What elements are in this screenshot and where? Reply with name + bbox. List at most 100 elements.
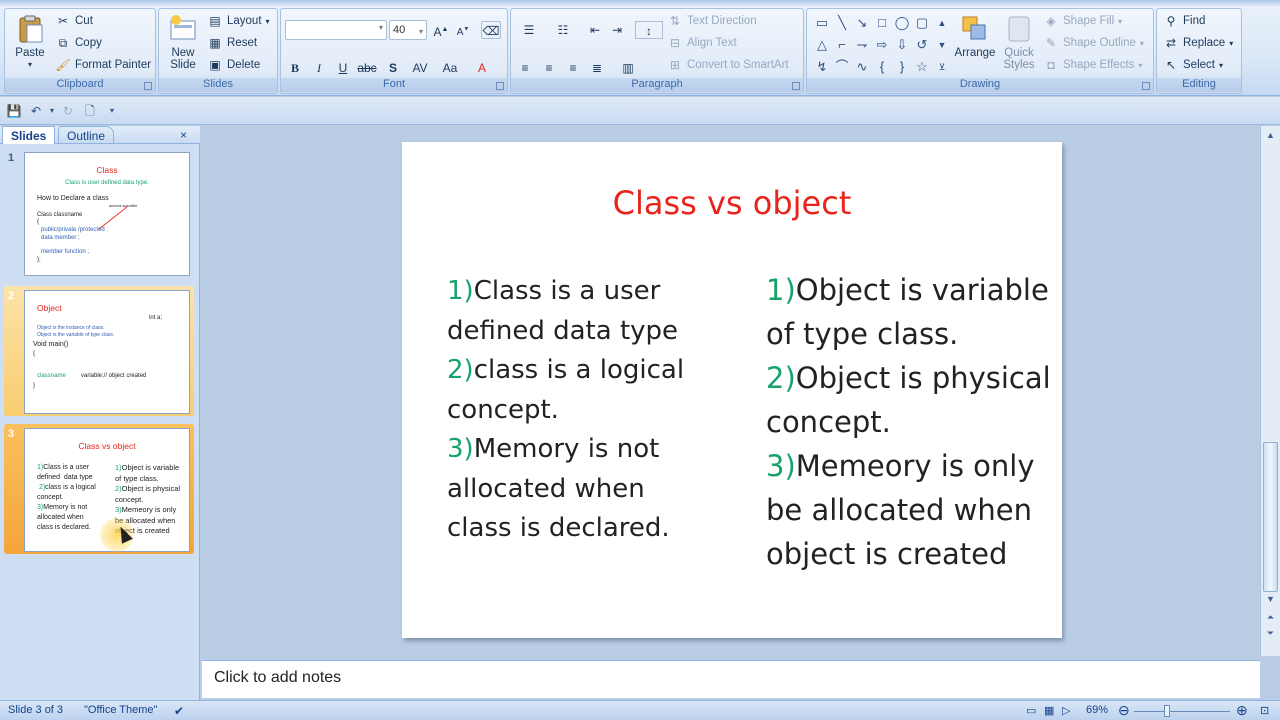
align-center-button[interactable]: ≡ [539, 59, 559, 77]
more-shapes-icon[interactable]: ⊻ [933, 59, 951, 75]
right-content-placeholder[interactable]: 1)Object is variable of type class. 2)Obje… [766, 268, 1051, 576]
shape-fill-button[interactable]: ◈ Shape Fill ▾ [1043, 11, 1122, 31]
down-arrow-shape-icon[interactable]: ⇩ [893, 37, 911, 53]
quick-styles-button[interactable]: Quick Styles [997, 13, 1041, 71]
save-icon[interactable]: 💾 [6, 103, 22, 119]
grow-font-button[interactable]: A▲ [431, 21, 451, 39]
arrow-shape-icon[interactable]: ↘ [853, 15, 871, 31]
dialog-launcher-icon[interactable] [496, 82, 504, 90]
slide-canvas[interactable]: Class vs object 1)Class is a user defined… [402, 142, 1062, 638]
scrollbar-thumb[interactable] [1263, 442, 1278, 592]
paste-button[interactable]: Paste ▾ [11, 13, 49, 71]
find-button[interactable]: ⚲ Find [1163, 11, 1206, 31]
shadow-button[interactable]: S [383, 59, 403, 77]
font-name-combo[interactable]: ▾ [285, 20, 387, 40]
justify-button[interactable]: ≣ [587, 59, 607, 77]
columns-button[interactable]: ▥ [615, 59, 641, 77]
align-right-button[interactable]: ≡ [563, 59, 583, 77]
rectangle-shape-icon[interactable]: □ [873, 15, 891, 31]
convert-smartart-button[interactable]: ⊞ Convert to SmartArt [667, 55, 789, 75]
oval-shape-icon[interactable]: ◯ [893, 15, 911, 31]
layout-button[interactable]: ▤ Layout ▾ [207, 11, 269, 31]
clear-formatting-button[interactable]: ⌫ [481, 21, 501, 39]
scribble-shape-icon[interactable]: ∿ [853, 59, 871, 75]
slide-sorter-icon[interactable]: ▦ [1044, 704, 1054, 717]
scroll-down-icon[interactable]: ▼ [1263, 592, 1278, 606]
increase-indent-button[interactable]: ⇥ [607, 21, 627, 39]
replace-button[interactable]: ⇄ Replace ▾ [1163, 33, 1233, 53]
spell-check-icon[interactable]: ✔ [174, 704, 184, 718]
format-painter-button[interactable]: 🖌 Format Painter [55, 55, 151, 75]
slide-thumbnail-2[interactable]: 2 Object int a; Object is the instance o… [4, 286, 194, 416]
vertical-scrollbar[interactable]: ▲ ▼ ⏶ ⏷ [1260, 126, 1280, 656]
left-content-placeholder[interactable]: 1)Class is a user defined data type 2)cla… [447, 272, 684, 549]
fit-to-window-icon[interactable]: ⊡ [1260, 704, 1269, 717]
dialog-launcher-icon[interactable] [1142, 82, 1150, 90]
font-color-button[interactable]: A [469, 59, 495, 77]
redo-icon[interactable]: ↻ [60, 103, 76, 119]
slide-thumbnail-3[interactable]: 3 Class vs object 1)Class is a user defin… [4, 424, 194, 554]
notes-pane[interactable]: Click to add notes [202, 660, 1260, 698]
arrange-button[interactable]: Arrange [953, 13, 997, 59]
textbox-shape-icon[interactable]: ▭ [813, 15, 831, 31]
underline-button[interactable]: U [333, 59, 353, 77]
star-shape-icon[interactable]: ☆ [913, 59, 931, 75]
zoom-slider-thumb[interactable] [1164, 705, 1170, 717]
change-case-button[interactable]: Aa [437, 59, 463, 77]
close-pane-icon[interactable]: × [176, 126, 191, 144]
delete-button[interactable]: ▣ Delete [207, 55, 260, 75]
shape-effects-button[interactable]: ◘ Shape Effects ▾ [1043, 55, 1142, 75]
zoom-slider-track[interactable] [1134, 711, 1230, 712]
chevron-down-icon[interactable]: ▾ [44, 103, 60, 119]
curve-shape-icon[interactable]: ⌒ [833, 59, 851, 75]
new-slide-button[interactable]: New Slide [163, 13, 203, 71]
slide-show-icon[interactable]: ▷ [1062, 704, 1070, 717]
right-brace-shape-icon[interactable]: } [893, 59, 911, 75]
curved-arrow-shape-icon[interactable]: ↺ [913, 37, 931, 53]
scroll-up-icon[interactable]: ▲ [1263, 128, 1278, 142]
dialog-launcher-icon[interactable] [144, 82, 152, 90]
previous-slide-icon[interactable]: ⏶ [1263, 610, 1278, 624]
char-spacing-button[interactable]: AV [407, 59, 433, 77]
slide-thumbnail-1[interactable]: 1 Class Class is user defined data type.… [4, 148, 194, 278]
copy-button[interactable]: ⧉ Copy [55, 33, 102, 53]
font-size-combo[interactable]: 40 ▾ [389, 20, 427, 40]
shape-outline-button[interactable]: ✎ Shape Outline ▾ [1043, 33, 1144, 53]
bullets-button[interactable]: ☰ [515, 21, 543, 39]
rounded-rect-shape-icon[interactable]: ▢ [913, 15, 931, 31]
right-arrow-shape-icon[interactable]: ⇨ [873, 37, 891, 53]
customize-qat-icon[interactable]: ▾ [104, 103, 120, 119]
theme-name[interactable]: "Office Theme" [84, 704, 157, 716]
dialog-launcher-icon[interactable] [792, 82, 800, 90]
decrease-indent-button[interactable]: ⇤ [585, 21, 605, 39]
zoom-out-icon[interactable]: ⊖ [1118, 702, 1130, 719]
align-text-button[interactable]: ⊟ Align Text [667, 33, 737, 53]
next-slide-icon[interactable]: ⏷ [1263, 626, 1278, 640]
cut-button[interactable]: ✂ Cut [55, 11, 93, 31]
tab-slides[interactable]: Slides [2, 126, 56, 144]
new-document-icon[interactable]: 🗋 [82, 103, 98, 119]
scroll-up-icon[interactable]: ▲ [933, 15, 951, 31]
strikethrough-button[interactable]: abc [357, 59, 377, 77]
select-button[interactable]: ↖ Select ▾ [1163, 55, 1223, 75]
elbow-arrow-shape-icon[interactable]: ⇁ [853, 37, 871, 53]
zoom-in-icon[interactable]: ⊕ [1236, 702, 1248, 719]
shrink-font-button[interactable]: A▼ [453, 21, 473, 39]
undo-icon[interactable]: ↶ [28, 103, 44, 119]
reset-button[interactable]: ▦ Reset [207, 33, 257, 53]
triangle-shape-icon[interactable]: △ [813, 37, 831, 53]
bold-button[interactable]: B [285, 59, 305, 77]
numbering-button[interactable]: ☷ [549, 21, 577, 39]
italic-button[interactable]: I [309, 59, 329, 77]
line-spacing-button[interactable]: ↕ [635, 21, 663, 39]
left-brace-shape-icon[interactable]: { [873, 59, 891, 75]
notes-placeholder[interactable]: Click to add notes [214, 669, 341, 687]
scroll-down-icon[interactable]: ▼ [933, 37, 951, 53]
normal-view-icon[interactable]: ▭ [1026, 704, 1036, 717]
tab-outline[interactable]: Outline [58, 126, 115, 144]
text-direction-button[interactable]: ⇅ Text Direction [667, 11, 757, 31]
line-shape-icon[interactable]: ╲ [833, 15, 851, 31]
elbow-connector-shape-icon[interactable]: ⌐ [833, 37, 851, 53]
freeform-shape-icon[interactable]: ↯ [813, 59, 831, 75]
zoom-level[interactable]: 69% [1086, 704, 1108, 716]
